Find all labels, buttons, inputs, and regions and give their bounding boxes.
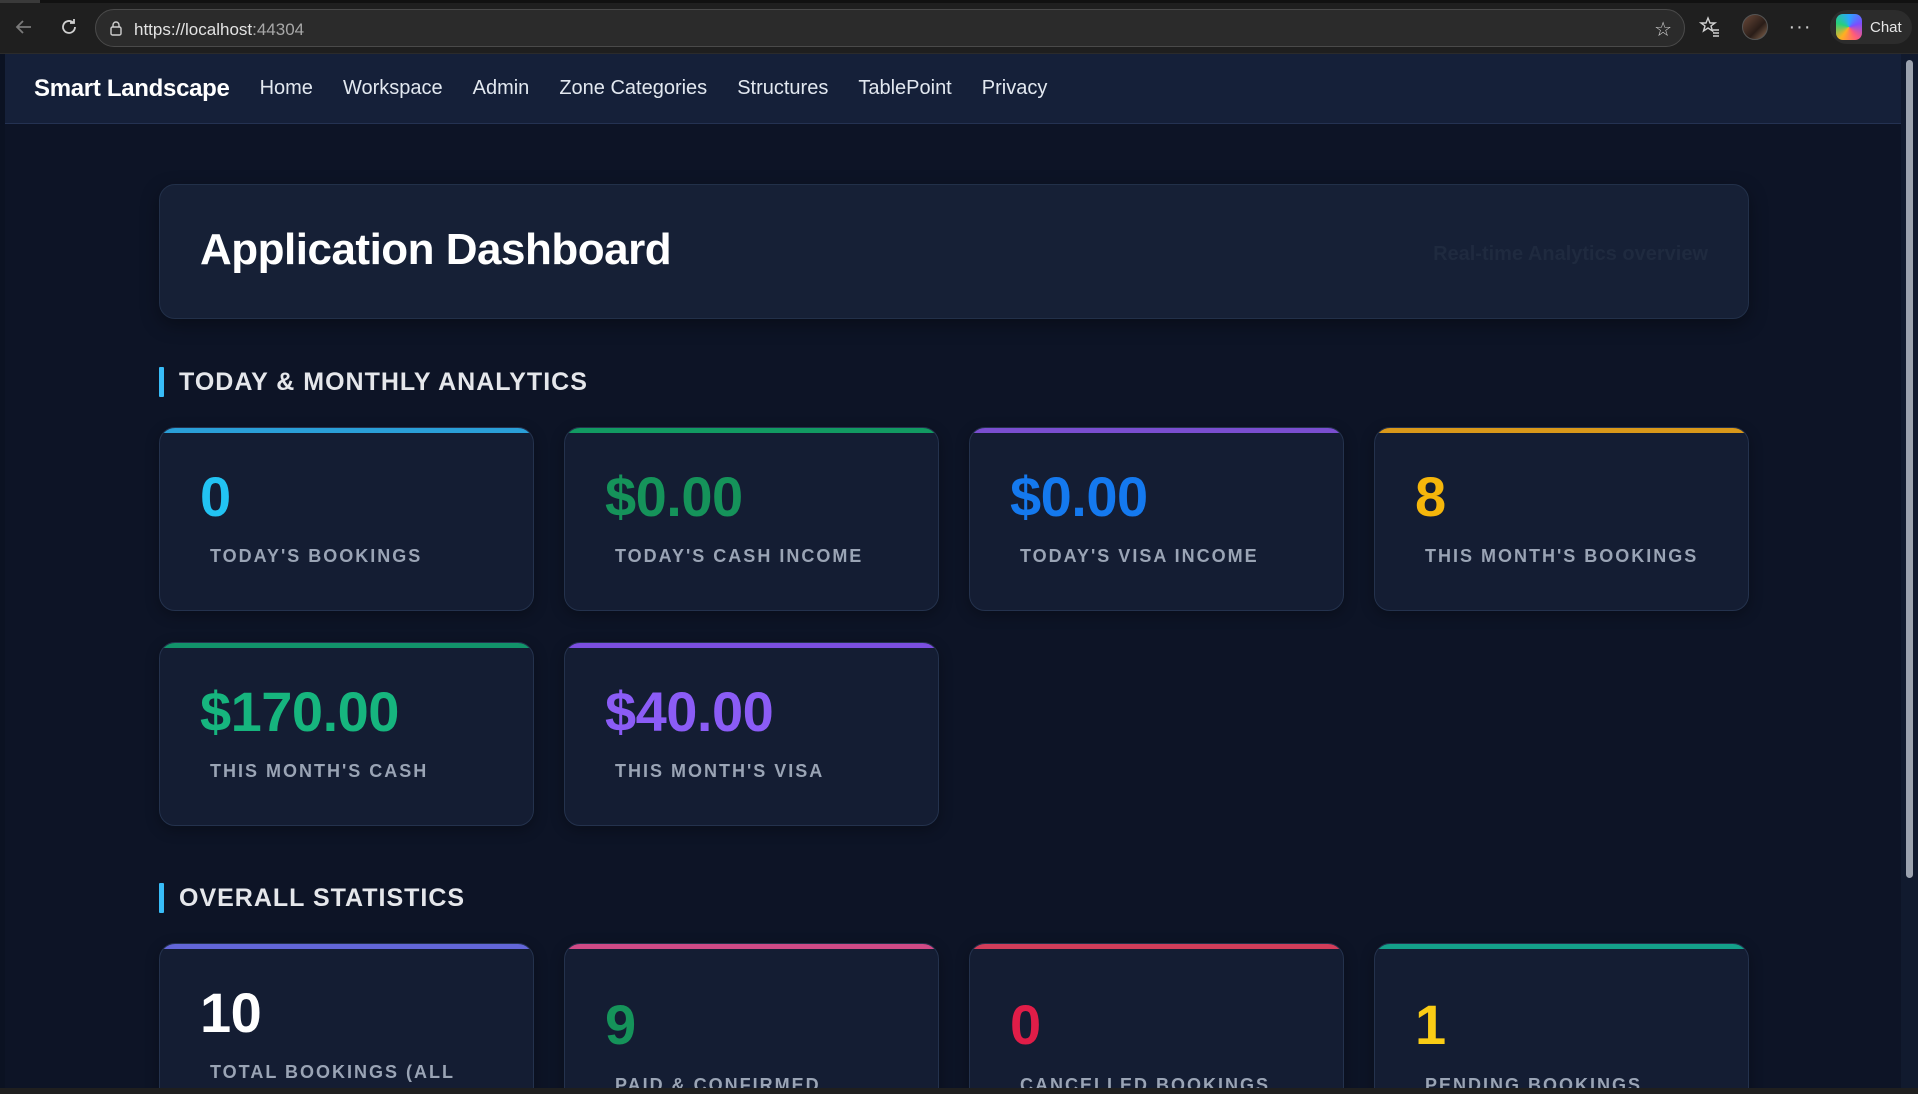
stat-value: 10 [200,981,262,1044]
stat-value: $40.00 [605,680,774,743]
card-accent [160,643,533,648]
card-accent [565,944,938,949]
star-icon[interactable]: ☆ [1654,17,1672,42]
brand-logo-text[interactable]: Smart Landscape [34,75,230,103]
page-scrollbar[interactable] [1901,54,1918,1090]
stat-card-todays-bookings: 0 TODAY'S BOOKINGS [159,427,534,611]
stat-value: $0.00 [1010,465,1148,528]
stat-card-total-bookings: 10 TOTAL BOOKINGS (ALL [159,943,534,1090]
section-accent-bar [159,367,164,397]
reload-icon[interactable] [55,13,83,41]
stat-card-month-bookings: 8 THIS MONTH'S BOOKINGS [1374,427,1749,611]
stat-card-todays-cash-income: $0.00 TODAY'S CASH INCOME [564,427,939,611]
nav-link-home[interactable]: Home [260,77,313,100]
stat-label: TOTAL BOOKINGS (ALL [210,1062,455,1082]
browser-toolbar: https://localhost:44304 ☆ ··· Chat [0,0,1918,54]
stat-value: 9 [605,993,636,1056]
site-info-icon[interactable] [108,20,124,36]
stat-card-paid-confirmed: 9 PAID & CONFIRMED [564,943,939,1090]
stat-value: $0.00 [605,465,743,528]
page-title: Application Dashboard [200,225,672,274]
more-options-icon[interactable]: ··· [1786,13,1814,41]
stat-card-todays-visa-income: $0.00 TODAY'S VISA INCOME [969,427,1344,611]
card-accent [970,428,1343,433]
nav-link-zone-categories[interactable]: Zone Categories [559,77,707,100]
stat-label: TODAY'S VISA INCOME [1020,546,1259,566]
page-viewport: Smart Landscape Home Workspace Admin Zon… [5,54,1901,1090]
card-accent [565,428,938,433]
copilot-chat-button[interactable]: Chat [1830,10,1912,44]
card-accent [1375,428,1748,433]
tab-strip [0,0,1918,3]
stat-label: TODAY'S CASH INCOME [615,546,864,566]
card-accent [160,944,533,949]
copilot-icon [1836,14,1862,40]
favorites-icon[interactable] [1696,13,1724,41]
app-navbar: Smart Landscape Home Workspace Admin Zon… [5,54,1901,124]
stat-card-month-cash: $170.00 THIS MONTH'S CASH [159,642,534,826]
address-bar[interactable]: https://localhost:44304 ☆ [95,9,1685,47]
stat-card-month-visa: $40.00 THIS MONTH'S VISA [564,642,939,826]
stat-value: 1 [1415,993,1446,1056]
scrollbar-thumb[interactable] [1906,60,1913,878]
stat-label: THIS MONTH'S BOOKINGS [1425,546,1699,566]
stat-value: $170.00 [200,680,399,743]
card-accent [160,428,533,433]
profile-avatar[interactable] [1741,13,1769,41]
dashboard-header-card: Application Dashboard Real-time Analytic… [159,184,1749,319]
stat-value: 8 [1415,465,1446,528]
nav-link-privacy[interactable]: Privacy [982,77,1048,100]
stat-card-cancelled-bookings: 0 CANCELLED BOOKINGS [969,943,1344,1090]
nav-link-structures[interactable]: Structures [737,77,828,100]
stat-label: THIS MONTH'S VISA [615,761,825,781]
nav-link-admin[interactable]: Admin [473,77,530,100]
section-title-analytics: TODAY & MONTHLY ANALYTICS [159,367,588,397]
stat-label: TODAY'S BOOKINGS [210,546,423,566]
stat-value: 0 [1010,993,1041,1056]
nav-link-tablepoint[interactable]: TablePoint [858,77,951,100]
active-tab-indicator [0,0,40,3]
nav-link-workspace[interactable]: Workspace [343,77,443,100]
chat-label: Chat [1870,18,1902,36]
url-text: https://localhost:44304 [134,20,305,39]
back-icon[interactable] [10,13,38,41]
page-subtitle: Real-time Analytics overview [1433,243,1708,265]
window-bottom-edge [0,1088,1918,1094]
card-accent [1375,944,1748,949]
stat-value: 0 [200,465,231,528]
card-accent [970,944,1343,949]
section-accent-bar [159,883,164,913]
stat-label: THIS MONTH'S CASH [210,761,429,781]
section-title-overall: OVERALL STATISTICS [159,883,465,913]
stat-card-pending-bookings: 1 PENDING BOOKINGS [1374,943,1749,1090]
card-accent [565,643,938,648]
